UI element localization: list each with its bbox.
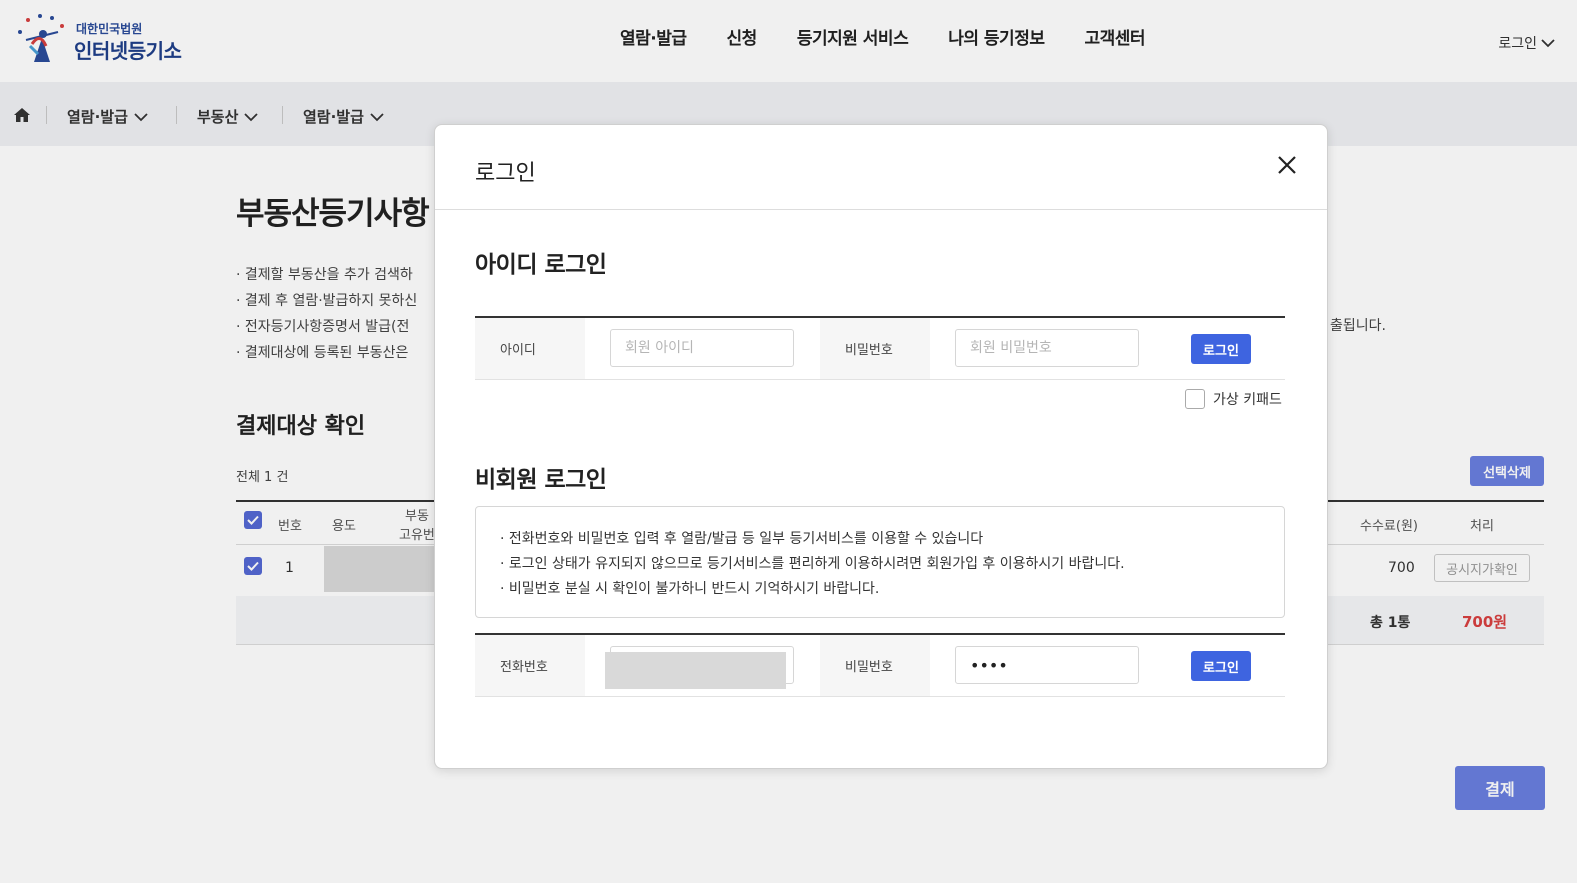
modal-header-divider [435,209,1327,210]
virtual-keypad-checkbox[interactable] [1185,389,1205,409]
guest-login-button[interactable]: 로그인 [1191,651,1251,681]
guest-info-item: · 전화번호와 비밀번호 입력 후 열람/발급 등 일부 등기서비스를 이용할 … [500,531,984,547]
virtual-keypad-toggle[interactable]: 가상 키패드 [1185,389,1282,409]
modal-title: 로그인 [475,161,536,186]
password-input[interactable] [955,329,1139,367]
guest-login-info: · 전화번호와 비밀번호 입력 후 열람/발급 등 일부 등기서비스를 이용할 … [475,506,1285,618]
masked-phone-value [605,652,786,689]
login-modal: 로그인 아이디 로그인 아이디 비밀번호 로그인 가상 키패드 비회원 로그인 … [434,124,1328,769]
guest-info-item: · 비밀번호 분실 시 확인이 불가하니 반드시 기억하시기 바랍니다. [500,581,880,597]
id-login-form: 아이디 비밀번호 로그인 [475,318,1285,380]
password-label: 비밀번호 [820,318,930,379]
id-input[interactable] [610,329,794,367]
guest-login-form: 전화번호 비밀번호 로그인 [475,635,1285,697]
guest-info-item: · 로그인 상태가 유지되지 않으므로 등기서비스를 편리하게 이용하시려면 회… [500,556,1125,572]
guest-password-input[interactable] [955,646,1139,684]
phone-label: 전화번호 [475,635,585,696]
id-login-button[interactable]: 로그인 [1191,334,1251,364]
close-icon[interactable] [1275,153,1299,177]
guest-password-label: 비밀번호 [820,635,930,696]
id-login-heading: 아이디 로그인 [475,252,607,278]
id-label: 아이디 [475,318,585,379]
guest-login-heading: 비회원 로그인 [475,467,607,493]
virtual-keypad-label: 가상 키패드 [1213,392,1282,408]
